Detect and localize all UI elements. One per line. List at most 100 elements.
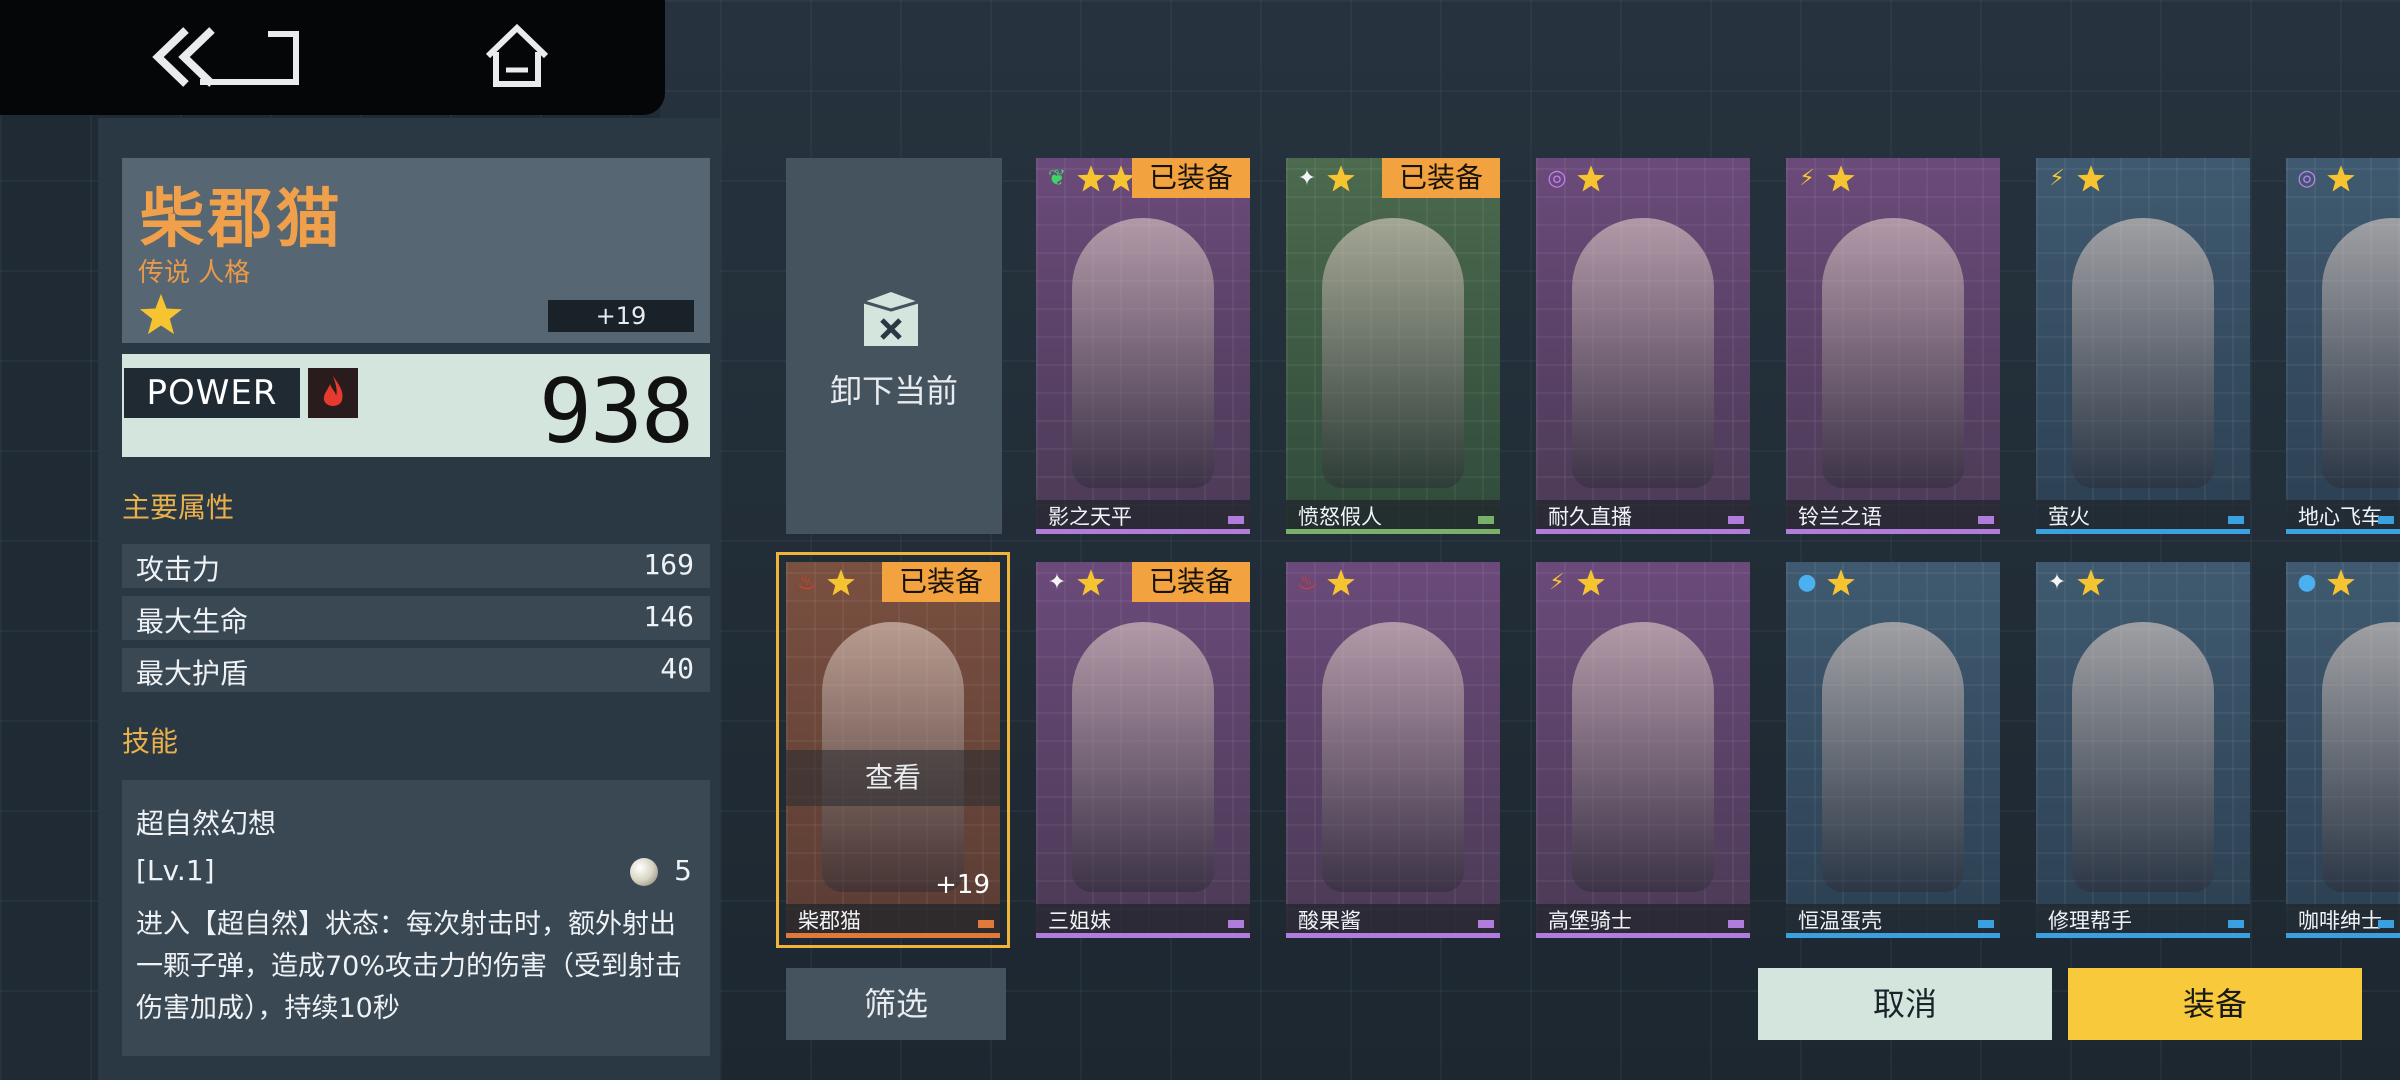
star-icon [1327,165,1355,192]
skill-cost: 5 [674,854,692,887]
stat-label: 最大生命 [136,605,249,638]
card-pip [2228,516,2244,524]
power-value: 938 [539,360,694,463]
card-rarity-bar [2036,529,2250,534]
card-figure [2322,622,2400,892]
card-rarity-bar [1536,933,1750,938]
stat-row-attack: 攻击力 169 [122,544,710,588]
equip-button[interactable]: 装备 [2068,968,2362,1040]
star-icon [2327,569,2355,596]
star-element-icon: ✦ [1047,570,1067,595]
enhance-level: +19 [548,300,694,332]
card-pip [2378,920,2394,928]
spiral-element-icon: ◎ [1547,166,1567,191]
card-figure [2322,218,2400,488]
card-pip [2228,920,2244,928]
power-label: POWER [124,368,300,418]
card-item[interactable]: ⚡ 铃兰之语 [1786,158,2000,534]
leaf-element-icon: ❦ [1047,166,1067,191]
stat-row-max-shield: 最大护盾 40 [122,648,710,692]
selected-card-frame [776,552,1010,948]
unequip-label: 卸下当前 [829,372,958,410]
star-icon [1827,165,1855,192]
card-rarity-bar [1786,933,2000,938]
star-icon [1577,569,1605,596]
bolt-element-icon: ⚡ [1549,570,1565,595]
card-figure [1072,622,1214,892]
energy-orb-icon [630,858,658,886]
card-item[interactable]: ● 咖啡绅士 [2286,562,2400,938]
star-icon [1577,165,1605,192]
card-figure [1322,218,1464,488]
card-pip [1228,920,1244,928]
cancel-button[interactable]: 取消 [1758,968,2052,1040]
skill-description: 进入【超自然】状态：每次射击时，额外射出一颗子弹，造成70%攻击力的伤害（受到射… [136,909,683,1024]
top-nav-bar [0,0,665,115]
card-rarity-bar [2286,529,2400,534]
stat-label: 最大护盾 [136,657,249,690]
card-item[interactable]: ◎ 耐久直播 [1536,158,1750,534]
card-pip [1478,516,1494,524]
star-icon [1077,569,1105,596]
card-figure [2072,622,2214,892]
unequip-box-icon [863,292,919,346]
card-rarity-bar [1286,529,1500,534]
card-rarity-bar [1036,529,1250,534]
card-figure [1072,218,1214,488]
card-rarity-bar [1536,529,1750,534]
flame-element-icon: ♨ [1297,570,1317,595]
star-element-icon: ✦ [1297,166,1317,191]
card-rarity-bar [1036,933,1250,938]
stat-value: 146 [643,600,694,633]
star-icon [1077,165,1105,192]
card-pip [1228,516,1244,524]
card-rarity-bar [1286,933,1500,938]
card-rarity-bar [1786,529,2000,534]
card-item[interactable]: ✦ 已装备 三姐妹 [1036,562,1250,938]
card-item[interactable]: ⚡ 高堡骑士 [1536,562,1750,938]
skill-name: 超自然幻想 [136,807,277,840]
card-item[interactable]: ✦ 已装备 愤怒假人 [1286,158,1500,534]
card-pip [1978,516,1994,524]
card-item[interactable]: ✦ 修理帮手 [2036,562,2250,938]
star-icon [139,293,183,335]
star-element-icon: ✦ [2047,570,2067,595]
attributes-title: 主要属性 [122,491,235,524]
star-icon [1827,569,1855,596]
card-rarity-bar [2286,933,2400,938]
card-figure [1822,622,1964,892]
bolt-element-icon: ⚡ [1799,166,1815,191]
star-icon [2077,165,2105,192]
card-item[interactable]: ⚡ 萤火 [2036,158,2250,534]
drop-element-icon: ● [1797,570,1817,595]
card-item[interactable]: ❦ 已装备 影之天平 [1036,158,1250,534]
card-figure [1572,622,1714,892]
drop-element-icon: ● [2297,570,2317,595]
equipped-badge: 已装备 [1132,562,1250,602]
character-rarity: 传说 人格 [138,258,251,288]
back-icon[interactable] [148,22,303,92]
card-item[interactable]: ♨ 酸果酱 [1286,562,1500,938]
card-figure [1822,218,1964,488]
equipped-badge: 已装备 [1382,158,1500,198]
skill-level: [Lv.1] [136,854,215,887]
skills-title: 技能 [122,725,179,758]
card-pip [1728,516,1744,524]
filter-button[interactable]: 筛选 [786,968,1006,1040]
card-pip [1978,920,1994,928]
home-icon[interactable] [482,22,552,92]
card-pip [1728,920,1744,928]
equipped-badge: 已装备 [1132,158,1250,198]
star-icon [2327,165,2355,192]
card-figure [1572,218,1714,488]
card-item[interactable]: ◎ 地心飞车 [2286,158,2400,534]
spiral-element-icon: ◎ [2297,166,2317,191]
card-item[interactable]: ● 恒温蛋壳 [1786,562,2000,938]
card-rarity-bar [2036,933,2250,938]
flame-icon [308,368,358,418]
star-icon [1327,569,1355,596]
stat-value: 40 [660,652,694,685]
star-icon [2077,569,2105,596]
stat-row-max-hp: 最大生命 146 [122,596,710,640]
card-pip [2378,516,2394,524]
